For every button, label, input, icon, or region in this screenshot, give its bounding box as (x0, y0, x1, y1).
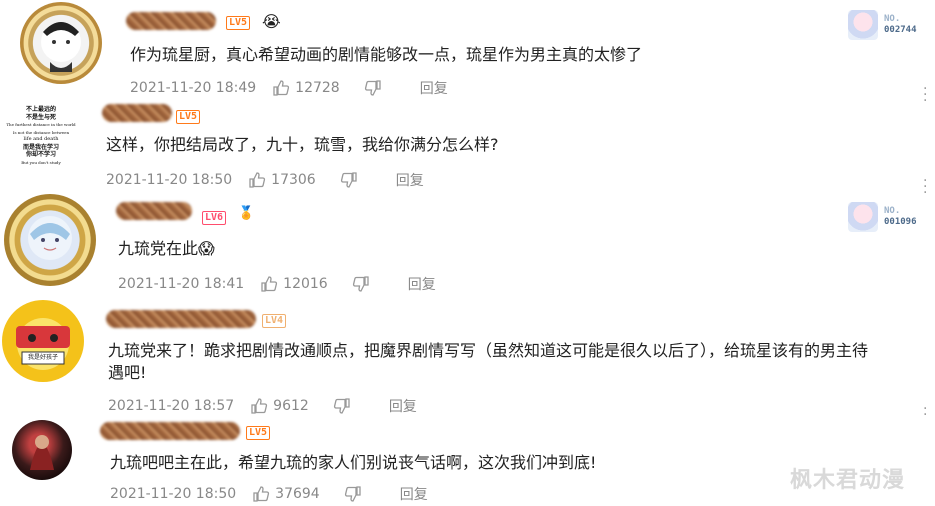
comment-time: 2021-11-20 18:49 (130, 80, 257, 96)
comment-meta: 2021-11-20 18:49 12728 回复 (130, 78, 448, 98)
avatar-figure (28, 216, 72, 260)
comment-text-line-1: 九琉党来了！跪求把剧情改通顺点，把魔界剧情写写（虽然知道这可能是很久以后了），给… (108, 341, 869, 360)
username-blurred[interactable] (126, 12, 216, 30)
level-badge: LV5 (246, 426, 271, 440)
reply-button[interactable]: 回复 (389, 396, 417, 416)
avatar-text: 不上最远的 不是生与死 The furthest distance in the… (6, 103, 76, 166)
crying-face-icon: 😭 (262, 12, 281, 31)
comment-text-line-2: 遇吧! (108, 363, 147, 382)
comment-text: 九琉吧吧主在此，希望九琉的家人们别说丧气话啊，这次我们冲到底! (110, 453, 597, 472)
level-badge: LV4 (262, 314, 287, 328)
fan-badge-number: 001096 (884, 217, 917, 227)
like-count: 9612 (273, 398, 309, 414)
avatar-text-line: 你却不学习 (25, 151, 56, 158)
fan-badge-number: 002744 (884, 25, 917, 35)
avatar[interactable] (20, 2, 102, 84)
thumbs-up-icon[interactable] (248, 171, 266, 189)
reply-button[interactable]: 回复 (408, 274, 436, 294)
comment-time: 2021-11-20 18:50 (106, 172, 233, 188)
avatar-text-line: 不上最远的 (25, 106, 56, 113)
reply-button[interactable]: 回复 (396, 170, 424, 190)
like-count: 12728 (295, 80, 340, 96)
thumbs-down-icon[interactable] (344, 485, 362, 503)
avatar[interactable]: 不上最远的 不是生与死 The furthest distance in the… (6, 103, 76, 173)
like-count: 37694 (275, 486, 320, 502)
like-count: 12016 (283, 276, 328, 292)
level-badge: LV5 (176, 110, 201, 124)
comment-1: LV5 😭 NO. 002744 作为琉星厨，真心希望动画的剧情能够改一点，琉星作… (0, 0, 935, 108)
avatar[interactable] (12, 420, 72, 480)
avatar[interactable]: 我是好孩子 (2, 300, 84, 382)
username-blurred[interactable] (106, 310, 256, 328)
comment-2: 不上最远的 不是生与死 The furthest distance in the… (0, 100, 935, 200)
avatar-text-line: 而是我在学习 (22, 143, 59, 151)
fan-badge-avatar-icon (848, 10, 878, 40)
comment-4: 我是好孩子 LV4 九琉党来了！跪求把剧情改通顺点，把魔界剧情写写（虽然知道这可… (0, 296, 935, 422)
comment-text: 这样，你把结局改了，九十，琉雪，我给你满分怎么样? (106, 135, 499, 154)
fan-badge-label: NO. (884, 14, 901, 24)
comment-text: 作为琉星厨，真心希望动画的剧情能够改一点，琉星作为男主真的太惨了 (130, 45, 643, 64)
avatar-text-line: 不是生与死 (25, 113, 56, 121)
thumbs-down-icon[interactable] (340, 171, 358, 189)
thumbs-down-icon[interactable] (333, 397, 351, 415)
level-badge: LV6 (202, 211, 227, 225)
thumbs-up-icon[interactable] (260, 275, 278, 293)
reply-button[interactable]: 回复 (400, 484, 428, 504)
avatar-text-line: The furthest distance in the world (6, 122, 76, 127)
fan-badge-label: NO. (884, 206, 901, 216)
medal-icon: 🏅 (238, 206, 255, 221)
avatar-text-line: But you don't study (21, 159, 61, 165)
comment-text: 九琉党在此😱 (118, 239, 215, 258)
thumbs-up-icon[interactable] (272, 79, 290, 97)
reply-button[interactable]: 回复 (420, 78, 448, 98)
comment-time: 2021-11-20 18:41 (118, 276, 245, 292)
comment-time: 2021-11-20 18:57 (108, 398, 235, 414)
avatar-text-line: Is not the distance between (12, 129, 70, 135)
username-blurred[interactable] (116, 202, 192, 220)
avatar-text: 我是好孩子 (27, 354, 58, 361)
fan-badge[interactable]: NO. 002744 (848, 10, 917, 40)
avatar-figure (16, 318, 70, 370)
avatar-figure (41, 22, 81, 72)
fan-badge[interactable]: NO. 001096 (848, 202, 917, 232)
thumbs-up-icon[interactable] (250, 397, 268, 415)
comment-meta: 2021-11-20 18:50 37694 回复 (110, 484, 428, 504)
avatar-figure (30, 435, 54, 470)
comment-meta: 2021-11-20 18:57 9612 回复 (108, 396, 417, 416)
level-badge: LV5 (226, 16, 251, 30)
comment-3: LV6 🏅 NO. 001096 九琉党在此😱 2021-11-20 18:41 … (0, 192, 935, 296)
avatar-text-line: life and death (23, 136, 59, 142)
thumbs-down-icon[interactable] (364, 79, 382, 97)
comment-time: 2021-11-20 18:50 (110, 486, 237, 502)
comment-meta: 2021-11-20 18:50 17306 回复 (106, 170, 424, 190)
username-blurred[interactable] (102, 104, 172, 122)
username-blurred[interactable] (100, 422, 240, 440)
like-count: 17306 (271, 172, 316, 188)
avatar[interactable] (4, 194, 96, 286)
watermark: 枫木君动漫 (790, 468, 906, 493)
thumbs-up-icon[interactable] (252, 485, 270, 503)
comment-meta: 2021-11-20 18:41 12016 回复 (118, 274, 436, 294)
thumbs-down-icon[interactable] (352, 275, 370, 293)
fan-badge-avatar-icon (848, 202, 878, 232)
